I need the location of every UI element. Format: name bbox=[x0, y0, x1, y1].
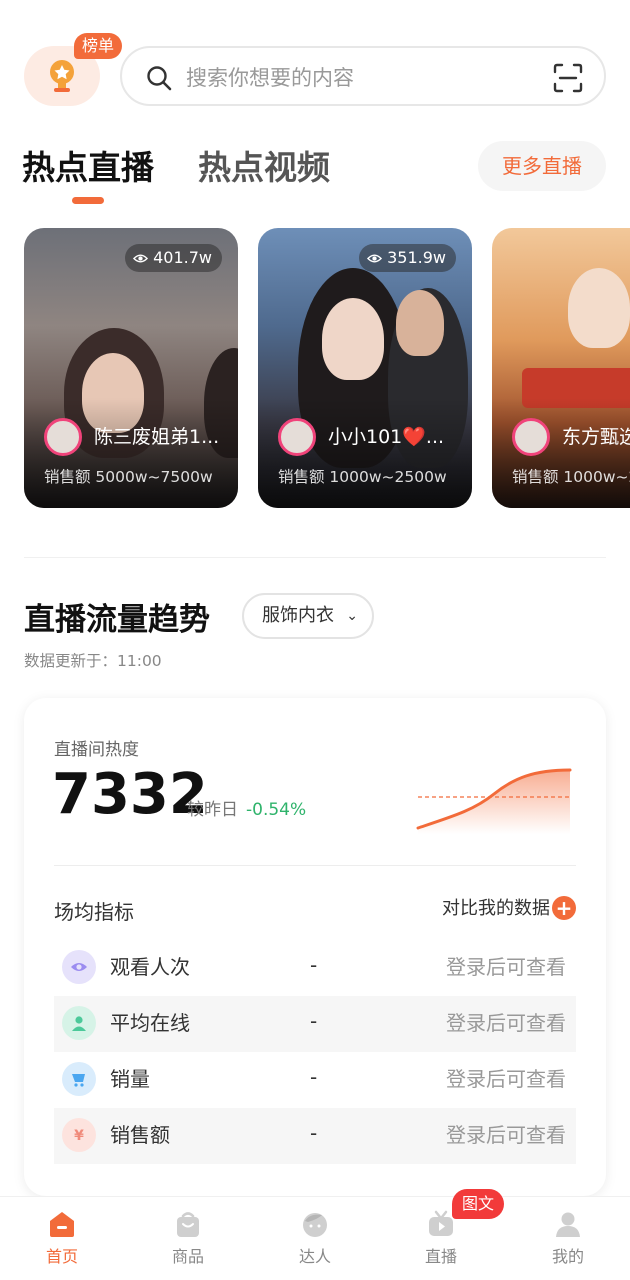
search-placeholder: 搜索你想要的内容 bbox=[186, 66, 354, 90]
trophy-icon bbox=[50, 60, 74, 92]
active-tab-indicator bbox=[72, 197, 104, 204]
eye-icon bbox=[62, 950, 96, 984]
login-to-view-link[interactable]: 登录后可查看 bbox=[446, 1064, 566, 1094]
streamer-face bbox=[568, 268, 630, 348]
nav-influencers[interactable]: 达人 bbox=[275, 1209, 355, 1271]
heat-label: 直播间热度 bbox=[54, 740, 139, 760]
heat-value: 7332 bbox=[52, 762, 208, 827]
metric-name: 销售额 bbox=[110, 1123, 170, 1147]
host-name: 陈三废姐弟1... bbox=[94, 426, 220, 448]
tab-hot-video[interactable]: 热点视频 bbox=[198, 146, 330, 190]
login-to-view-link[interactable]: 登录后可查看 bbox=[446, 952, 566, 982]
card-shade bbox=[492, 398, 630, 508]
sales-range: 销售额 5000w~7500w bbox=[44, 468, 213, 486]
person-face-icon bbox=[303, 1213, 327, 1237]
login-to-view-link[interactable]: 登录后可查看 bbox=[446, 1120, 566, 1150]
live-card[interactable]: 401.7w 陈三废姐弟1... 销售额 5000w~7500w bbox=[24, 228, 238, 508]
view-count: 401.7w bbox=[125, 244, 222, 272]
sales-range: 销售额 1000w~25 bbox=[512, 468, 630, 486]
avatar bbox=[44, 418, 82, 456]
metrics-title: 场均指标 bbox=[54, 900, 134, 924]
header: 榜单 搜索你想要的内容 bbox=[0, 0, 630, 120]
live-card[interactable]: 6 东方甄选 销售额 1000w~25 bbox=[492, 228, 630, 508]
eye-icon bbox=[367, 254, 383, 262]
bag-icon bbox=[177, 1212, 199, 1237]
metric-row: 销量 - 登录后可查看 bbox=[54, 1052, 576, 1108]
home-icon bbox=[50, 1212, 74, 1237]
compare-value: -0.54% bbox=[246, 800, 307, 820]
heat-sparkline bbox=[416, 768, 572, 834]
nav-home[interactable]: 首页 bbox=[22, 1209, 102, 1271]
metric-name: 观看人次 bbox=[110, 955, 190, 979]
metric-value: - bbox=[310, 1065, 318, 1089]
yuan-icon: ¥ bbox=[62, 1118, 96, 1152]
metric-row: 观看人次 - 登录后可查看 bbox=[54, 940, 576, 996]
more-live-button[interactable]: 更多直播 bbox=[478, 141, 606, 191]
metric-value: - bbox=[310, 953, 318, 977]
metric-row: ¥ 销售额 - 登录后可查看 bbox=[54, 1108, 576, 1164]
nav-products[interactable]: 商品 bbox=[148, 1209, 228, 1271]
update-time: 数据更新于：11:00 bbox=[24, 652, 162, 670]
metric-name: 平均在线 bbox=[110, 1011, 190, 1035]
nav-label: 直播 bbox=[424, 1247, 457, 1266]
host-name: 小小101❤️... bbox=[328, 426, 445, 448]
nav-label: 首页 bbox=[45, 1247, 78, 1266]
compare-my-data-link[interactable]: 对比我的数据 bbox=[442, 896, 550, 922]
view-count-text: 401.7w bbox=[153, 248, 212, 267]
section-divider bbox=[24, 557, 606, 558]
user-icon bbox=[556, 1212, 580, 1237]
view-count-text: 351.9w bbox=[387, 248, 446, 267]
sales-range: 销售额 1000w~2500w bbox=[278, 468, 447, 486]
metric-name: 销量 bbox=[110, 1067, 150, 1091]
eye-icon bbox=[133, 254, 149, 262]
compare-label: 较昨日 bbox=[187, 800, 238, 820]
nav-label: 达人 bbox=[298, 1247, 331, 1266]
streamer-face bbox=[322, 298, 384, 380]
search-bar[interactable]: 搜索你想要的内容 bbox=[120, 46, 606, 106]
live-card[interactable]: 351.9w 小小101❤️... 销售额 1000w~2500w bbox=[258, 228, 472, 508]
streamer-face bbox=[396, 290, 444, 356]
avatar bbox=[278, 418, 316, 456]
tab-hot-live[interactable]: 热点直播 bbox=[22, 146, 154, 190]
scan-icon[interactable] bbox=[552, 62, 584, 94]
metric-value: - bbox=[310, 1121, 318, 1145]
trend-panel: 直播间热度 7332 较昨日 -0.54% 场均指标 对比我的数据 + 观看人次… bbox=[24, 698, 606, 1196]
category-value: 服饰内衣 bbox=[262, 605, 334, 626]
nav-label: 我的 bbox=[551, 1247, 584, 1266]
person-icon bbox=[62, 1006, 96, 1040]
live-card-list: 401.7w 陈三废姐弟1... 销售额 5000w~7500w 351.9w … bbox=[0, 228, 630, 510]
avatar bbox=[512, 418, 550, 456]
category-select[interactable]: 服饰内衣 ⌄ bbox=[242, 593, 374, 639]
login-to-view-link[interactable]: 登录后可查看 bbox=[446, 1008, 566, 1038]
chevron-down-icon: ⌄ bbox=[346, 608, 358, 624]
metric-row: 平均在线 - 登录后可查看 bbox=[54, 996, 576, 1052]
nav-label: 商品 bbox=[171, 1247, 204, 1266]
search-icon bbox=[147, 66, 172, 91]
view-count: 351.9w bbox=[359, 244, 456, 272]
ranking-badge: 榜单 bbox=[74, 33, 123, 59]
plus-icon[interactable]: + bbox=[552, 896, 576, 920]
metric-value: - bbox=[310, 1009, 318, 1033]
bottom-nav: 首页 商品 达人 直播 我的 图文 bbox=[0, 1189, 630, 1280]
cart-icon bbox=[62, 1062, 96, 1096]
svg-text:¥: ¥ bbox=[74, 1128, 84, 1144]
live-badge: 图文 bbox=[452, 1189, 505, 1219]
host-name: 东方甄选 bbox=[562, 426, 630, 448]
section-title: 直播流量趋势 bbox=[24, 602, 210, 638]
panel-divider bbox=[54, 865, 576, 866]
nav-profile[interactable]: 我的 bbox=[528, 1209, 608, 1271]
